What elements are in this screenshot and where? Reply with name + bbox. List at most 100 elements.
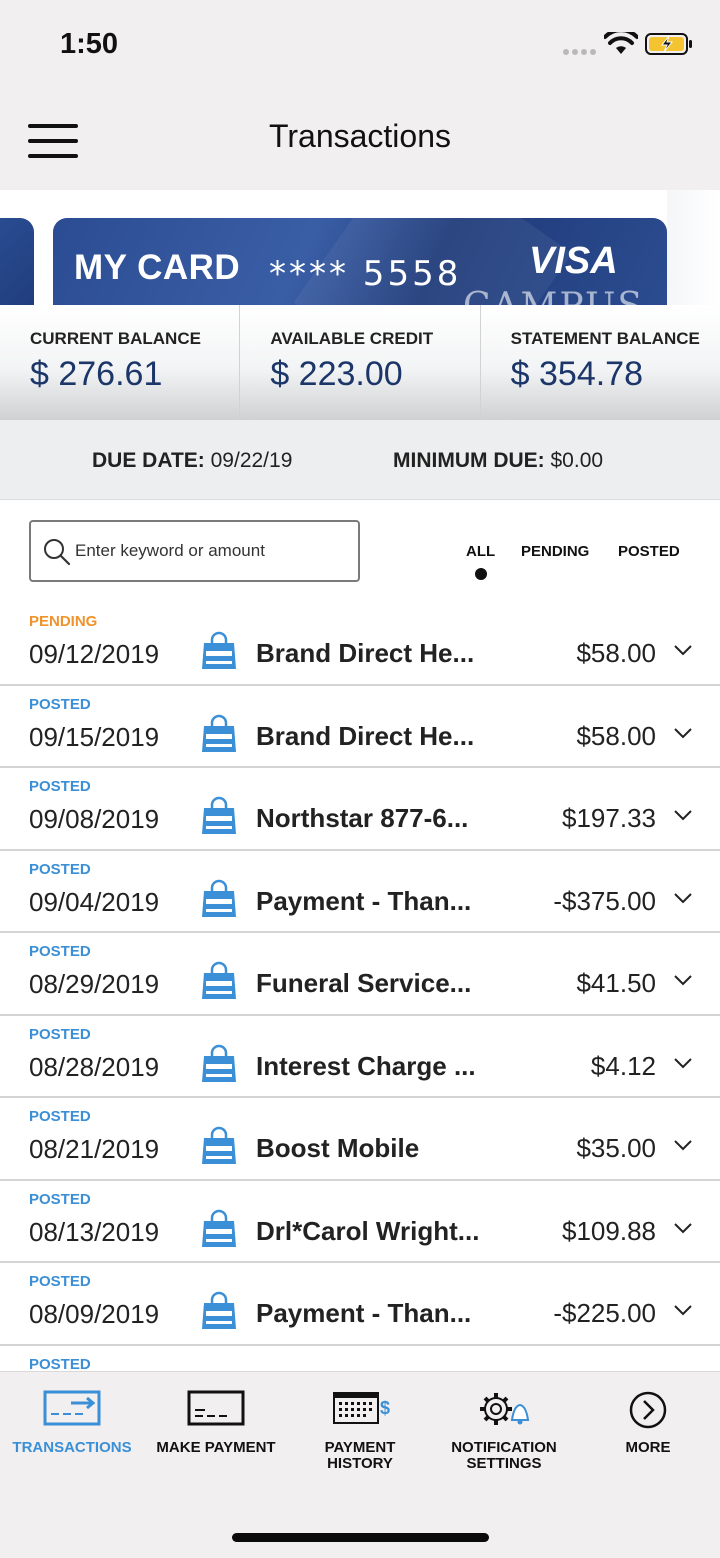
current-balance-value: $ 276.61 <box>30 355 163 393</box>
tab-make-payment[interactable]: MAKE PAYMENT <box>144 1372 288 1502</box>
credit-card[interactable]: MY CARD **** 5558 VISA CAMPUS <box>53 218 667 305</box>
card-carousel[interactable]: MY CARD **** 5558 VISA CAMPUS <box>0 190 720 305</box>
chevron-down-icon[interactable] <box>673 891 693 905</box>
transaction-amount: $197.33 <box>562 803 656 833</box>
transaction-date: 09/04/2019 <box>29 886 160 917</box>
shopping-bag-icon <box>202 796 236 834</box>
available-credit: AVAILABLE CREDIT $ 223.00 <box>239 305 479 420</box>
svg-text:$: $ <box>380 1398 390 1418</box>
tab-notification-settings-label: NOTIFICATION SETTINGS <box>451 1439 557 1472</box>
card-arrow-icon <box>43 1390 101 1426</box>
selected-filter-indicator <box>475 568 487 580</box>
filter-posted-tab[interactable]: POSTED <box>618 543 680 560</box>
minimum-due-label: MINIMUM DUE: <box>393 449 545 472</box>
tab-more[interactable]: MORE <box>576 1372 720 1502</box>
shopping-bag-icon <box>202 1291 236 1329</box>
transaction-status: POSTED <box>29 943 91 960</box>
next-card <box>667 190 720 305</box>
transaction-amount: $109.88 <box>562 1215 656 1246</box>
transaction-merchant: Drl*Carol Wright... <box>256 1215 480 1246</box>
battery-icon <box>645 33 692 55</box>
transaction-status: POSTED <box>29 860 91 878</box>
chevron-down-icon[interactable] <box>673 1221 693 1235</box>
transaction-row[interactable]: POSTED 09/04/2019 Payment - Than... -$375.0… <box>0 851 720 933</box>
transaction-row[interactable]: POSTED 09/15/2019 Brand Direct He... $58.00 <box>0 686 720 768</box>
transaction-date: 08/29/2019 <box>29 969 160 999</box>
chevron-down-icon[interactable] <box>673 1056 693 1070</box>
previous-card[interactable] <box>0 218 34 305</box>
status-bar: 1:50 <box>0 0 720 90</box>
transaction-merchant: Payment - Than... <box>256 1298 472 1328</box>
transaction-row[interactable]: POSTED 08/09/2019 Payment - Than... -$225.0… <box>0 1263 720 1346</box>
gear-bell-icon <box>480 1393 530 1425</box>
transaction-date: 08/21/2019 <box>29 1134 160 1164</box>
search-icon <box>44 539 71 566</box>
calendar-dollar-icon: $ <box>333 1392 390 1424</box>
transaction-status: POSTED <box>29 1025 91 1043</box>
minimum-due-value: $0.00 <box>550 449 604 472</box>
balance-summary: CURRENT BALANCE $ 276.61 AVAILABLE CREDI… <box>0 305 720 420</box>
transaction-amount: $35.00 <box>576 1133 656 1163</box>
chevron-down-icon[interactable] <box>673 1303 693 1317</box>
transaction-row[interactable]: POSTED 08/29/2019 Funeral Service... $41.50 <box>0 933 720 1016</box>
tab-notification-settings[interactable]: NOTIFICATION SETTINGS <box>432 1372 576 1502</box>
transaction-merchant: Funeral Service... <box>256 968 472 998</box>
due-date-value: 09/22/19 <box>210 449 293 472</box>
chevron-down-icon[interactable] <box>673 808 693 822</box>
transaction-row[interactable]: POSTED 08/13/2019 Drl*Carol Wright... $109.… <box>0 1181 720 1263</box>
card-icon <box>187 1390 245 1426</box>
transaction-merchant: Brand Direct He... <box>256 638 475 668</box>
shopping-bag-icon <box>202 1044 236 1082</box>
card-name: MY CARD <box>74 248 241 287</box>
transaction-row[interactable]: POSTED 08/21/2019 Boost Mobile $35.00 <box>0 1098 720 1181</box>
transaction-date: 09/08/2019 <box>29 804 160 834</box>
transaction-amount: $58.00 <box>576 720 656 751</box>
filter-all-tab[interactable]: ALL <box>466 543 495 560</box>
tab-transactions-label: TRANSACTIONS <box>12 1439 132 1456</box>
transaction-amount: -$225.00 <box>553 1298 656 1328</box>
statement-balance-label: STATEMENT BALANCE <box>510 329 700 348</box>
wifi-icon <box>604 32 638 54</box>
transaction-status: POSTED <box>29 1355 91 1373</box>
bottom-tab-bar: TRANSACTIONS MAKE PAYMENT $ PAYMENT HISTO… <box>0 1371 720 1558</box>
due-info: DUE DATE: 09/22/19 MINIMUM DUE: $0.00 <box>0 420 720 500</box>
transaction-merchant: Northstar 877-6... <box>256 803 469 833</box>
due-date-label: DUE DATE: <box>92 449 205 472</box>
current-balance: CURRENT BALANCE $ 276.61 <box>0 305 239 420</box>
transaction-amount: $58.00 <box>576 638 656 668</box>
transaction-date: 09/15/2019 <box>29 721 160 752</box>
navigation-bar: Transactions <box>0 90 720 190</box>
transaction-row[interactable]: POSTED 08/28/2019 Interest Charge ... $4.12 <box>0 1016 720 1098</box>
card-number: **** 5558 <box>269 254 462 294</box>
transaction-merchant: Payment - Than... <box>256 885 472 916</box>
transaction-row[interactable]: POSTED 09/08/2019 Northstar 877-6... $197.3… <box>0 768 720 851</box>
tab-payment-history[interactable]: $ PAYMENT HISTORY <box>288 1372 432 1502</box>
search-input[interactable] <box>75 522 355 580</box>
chevron-down-icon[interactable] <box>673 973 693 987</box>
shopping-bag-icon <box>202 1126 236 1164</box>
chevron-down-icon[interactable] <box>673 1138 693 1152</box>
tab-transactions[interactable]: TRANSACTIONS <box>0 1372 144 1502</box>
search-box[interactable] <box>29 520 360 582</box>
status-time: 1:50 <box>60 28 119 60</box>
due-date: DUE DATE: 09/22/19 <box>92 449 292 473</box>
transaction-row[interactable]: PENDING 09/12/2019 Brand Direct He... $58.0… <box>0 603 720 686</box>
chevron-down-icon[interactable] <box>673 643 693 657</box>
transaction-amount: $41.50 <box>576 968 656 998</box>
signal-icon <box>563 49 596 55</box>
chevron-down-icon[interactable] <box>673 726 693 740</box>
transaction-status: POSTED <box>29 695 91 713</box>
tab-more-label: MORE <box>625 1439 671 1456</box>
page-title: Transactions <box>269 118 451 154</box>
filter-pending-tab[interactable]: PENDING <box>521 543 589 560</box>
transaction-date: 08/13/2019 <box>29 1216 160 1247</box>
chevron-right-circle-icon <box>629 1391 667 1429</box>
transaction-list: PENDING 09/12/2019 Brand Direct He... $58.0… <box>0 603 720 1376</box>
minimum-due: MINIMUM DUE: $0.00 <box>393 449 603 473</box>
transaction-status: POSTED <box>29 1273 91 1290</box>
home-indicator <box>232 1533 489 1542</box>
transaction-status: POSTED <box>29 1190 91 1208</box>
statement-balance: STATEMENT BALANCE $ 354.78 <box>479 305 720 420</box>
transaction-merchant: Boost Mobile <box>256 1133 420 1163</box>
statement-balance-value: $ 354.78 <box>510 355 644 393</box>
